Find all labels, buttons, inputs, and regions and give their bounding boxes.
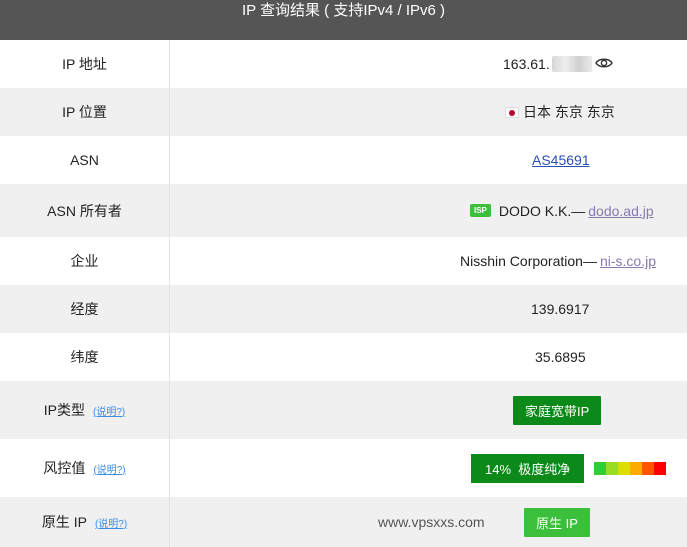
results-header: IP 查询结果 ( 支持IPv4 / IPv6 ) xyxy=(0,0,687,40)
ip-address-label: IP 地址 xyxy=(0,40,170,88)
native-ip-label-cell: 原生 IP (说明?) xyxy=(0,497,170,547)
asn-owner-label: ASN 所有者 xyxy=(0,184,170,237)
row-latitude: 纬度 35.6895 xyxy=(0,333,687,381)
risk-label-cell: 风控值 (说明?) xyxy=(0,439,170,497)
latitude-value: 35.6895 xyxy=(535,349,586,365)
ip-location-value: 日本 东京 东京 xyxy=(523,104,615,120)
native-ip-label: 原生 IP xyxy=(41,514,87,530)
row-ip-location: IP 位置 日本 东京 东京 xyxy=(0,88,687,136)
company-label: 企业 xyxy=(0,237,170,285)
asn-owner-name: DODO K.K.— xyxy=(498,202,586,219)
risk-help-link[interactable]: (说明?) xyxy=(93,461,125,476)
row-longitude: 经度 139.6917 xyxy=(0,285,687,333)
row-ip-type: IP类型 (说明?) 家庭宽带IP xyxy=(0,381,687,439)
ip-type-label-cell: IP类型 (说明?) xyxy=(0,381,170,439)
row-asn: ASN AS45691 xyxy=(0,136,687,184)
company-value-cell: Nisshin Corporation— ni-s.co.jp xyxy=(170,237,687,285)
risk-value-cell: 14% 极度纯净 xyxy=(170,439,687,497)
ip-type-label: IP类型 xyxy=(43,402,85,418)
longitude-label: 经度 xyxy=(0,285,170,333)
risk-score-badge: 14% 极度纯净 xyxy=(471,453,585,483)
asn-owner-domain-link[interactable]: dodo.ad.jp xyxy=(588,203,653,219)
row-asn-owner: ASN 所有者 ISP DODO K.K.— dodo.ad.jp xyxy=(0,184,687,237)
native-ip-badge: 原生 IP xyxy=(524,507,590,537)
row-ip-address: IP 地址 163.61. xyxy=(0,40,687,88)
latitude-value-cell: 35.6895 xyxy=(170,333,687,381)
company-name: Nisshin Corporation— xyxy=(460,253,597,269)
native-ip-value-cell: 原生 IP xyxy=(170,497,687,547)
eye-icon[interactable] xyxy=(594,56,613,72)
risk-scale-bar xyxy=(594,461,667,475)
asn-owner-value-cell: ISP DODO K.K.— dodo.ad.jp xyxy=(170,184,687,237)
ip-location-value-cell: 日本 东京 东京 xyxy=(170,88,687,136)
results-title: IP 查询结果 ( 支持IPv4 / IPv6 ) xyxy=(241,2,446,19)
row-company: 企业 Nisshin Corporation— ni-s.co.jp xyxy=(0,237,687,285)
ip-type-badge: 家庭宽带IP xyxy=(513,395,602,425)
longitude-value: 139.6917 xyxy=(531,301,590,317)
ip-address-value-cell: 163.61. xyxy=(170,40,687,88)
ip-location-label: IP 位置 xyxy=(0,88,170,136)
ip-address-masked xyxy=(551,56,592,72)
asn-label: ASN xyxy=(0,136,170,184)
row-native-ip: 原生 IP (说明?) www.vpsxxs.com 原生 IP xyxy=(0,497,687,547)
risk-label: 风控值 xyxy=(43,460,86,476)
ip-type-help-link[interactable]: (说明?) xyxy=(93,403,125,418)
company-domain-link[interactable]: ni-s.co.jp xyxy=(600,253,656,269)
longitude-value-cell: 139.6917 xyxy=(170,285,687,333)
native-ip-help-link[interactable]: (说明?) xyxy=(95,515,127,530)
asn-value-cell: AS45691 xyxy=(170,136,687,184)
ip-address-value: 163.61. xyxy=(503,56,550,72)
asn-link[interactable]: AS45691 xyxy=(532,152,590,168)
row-risk-score: 风控值 (说明?) 14% 极度纯净 xyxy=(0,439,687,497)
ip-type-value-cell: 家庭宽带IP xyxy=(170,381,687,439)
japan-flag-icon xyxy=(505,106,519,118)
latitude-label: 纬度 xyxy=(0,333,170,381)
isp-badge: ISP xyxy=(470,204,491,217)
